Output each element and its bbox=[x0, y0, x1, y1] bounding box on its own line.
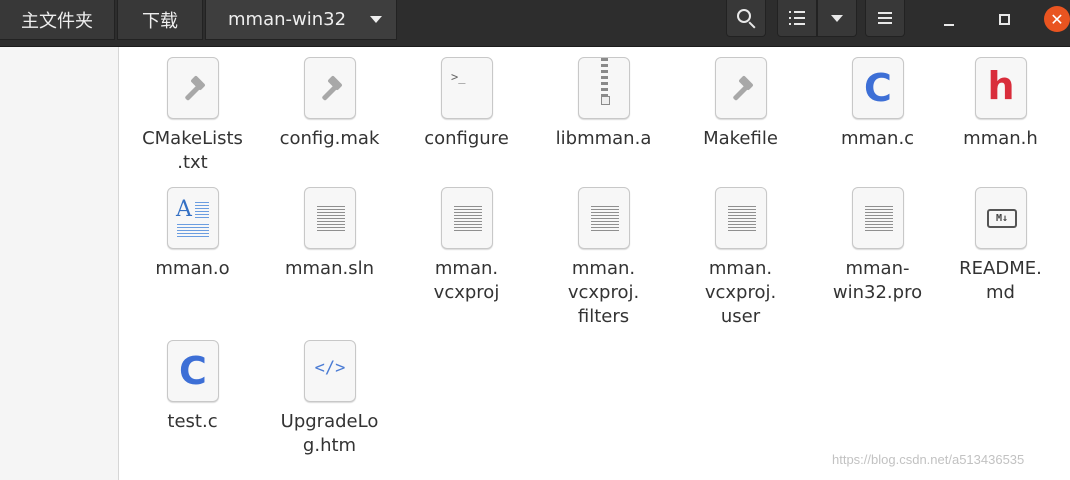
app-menu-button[interactable] bbox=[865, 0, 905, 37]
breadcrumb-current-folder[interactable]: mman-win32 bbox=[205, 0, 397, 40]
chevron-down-icon bbox=[831, 14, 843, 22]
file-item-readme-md[interactable]: M↓ README. md bbox=[932, 177, 1069, 312]
maximize-button[interactable] bbox=[991, 6, 1017, 32]
file-item-mman-vcxproj-filters[interactable]: mman. vcxproj. filters bbox=[535, 177, 672, 327]
file-name: README. md bbox=[959, 258, 1042, 303]
file-name: mman- win32.pro bbox=[832, 258, 923, 303]
file-item-mman-sln[interactable]: mman.sln bbox=[261, 177, 398, 312]
file-item-cmakelists[interactable]: CMakeLists .txt bbox=[124, 47, 261, 182]
file-item-mman-win32-pro[interactable]: mman- win32.pro bbox=[809, 177, 946, 312]
file-name: UpgradeLo g.htm bbox=[280, 411, 379, 456]
file-item-mman-c[interactable]: C mman.c bbox=[809, 47, 946, 182]
file-item-mman-h[interactable]: h mman.h bbox=[932, 47, 1069, 182]
breadcrumb-home[interactable]: 主文件夹 bbox=[0, 0, 115, 40]
breadcrumb-current-folder-label: mman-win32 bbox=[228, 9, 347, 30]
file-name: Makefile bbox=[703, 128, 778, 149]
file-name: mman.o bbox=[155, 258, 230, 279]
file-item-makefile[interactable]: Makefile bbox=[672, 47, 809, 182]
file-name: mman. vcxproj. user bbox=[704, 258, 777, 327]
breadcrumb-home-label: 主文件夹 bbox=[21, 10, 93, 32]
file-item-test-c[interactable]: C test.c bbox=[124, 330, 261, 465]
close-button[interactable]: ✕ bbox=[1044, 6, 1070, 32]
list-view-icon bbox=[789, 11, 805, 25]
breadcrumb-downloads-label: 下载 bbox=[142, 10, 178, 32]
watermark-text: https://blog.csdn.net/a513436535 bbox=[832, 452, 1025, 467]
header-bar: 主文件夹 下载 mman-win32 ✕ bbox=[0, 0, 1070, 47]
html-icon: </> bbox=[304, 340, 356, 402]
file-item-mman-vcxproj-user[interactable]: mman. vcxproj. user bbox=[672, 177, 809, 327]
c-header-icon: h bbox=[975, 57, 1027, 119]
text-document-icon: A bbox=[167, 187, 219, 249]
hammer-icon bbox=[167, 57, 219, 119]
minimize-button[interactable] bbox=[936, 6, 962, 32]
plain-text-icon bbox=[441, 187, 493, 249]
file-name: mman.h bbox=[963, 128, 1038, 149]
sidebar bbox=[0, 47, 119, 480]
plain-text-icon bbox=[304, 187, 356, 249]
plain-text-icon bbox=[715, 187, 767, 249]
view-options-button[interactable] bbox=[817, 0, 857, 37]
file-name: CMakeLists .txt bbox=[142, 128, 243, 173]
plain-text-icon bbox=[852, 187, 904, 249]
search-button[interactable] bbox=[726, 0, 766, 37]
close-icon: ✕ bbox=[1050, 9, 1064, 29]
file-name: libmman.a bbox=[555, 128, 652, 149]
terminal-icon: >_ bbox=[441, 57, 493, 119]
view-toggle-button[interactable] bbox=[777, 0, 817, 37]
hammer-icon bbox=[715, 57, 767, 119]
maximize-icon bbox=[998, 13, 1010, 25]
file-name: mman. vcxproj. filters bbox=[567, 258, 640, 327]
file-grid: CMakeLists .txt config.mak >_ configure … bbox=[124, 47, 1070, 480]
file-item-configure[interactable]: >_ configure bbox=[398, 47, 535, 182]
markdown-icon: M↓ bbox=[975, 187, 1027, 249]
file-name: mman. vcxproj bbox=[433, 258, 500, 303]
hammer-icon bbox=[304, 57, 356, 119]
file-item-config-mak[interactable]: config.mak bbox=[261, 47, 398, 182]
search-icon bbox=[737, 9, 751, 23]
c-source-icon: C bbox=[167, 340, 219, 402]
hamburger-menu-icon bbox=[878, 12, 892, 24]
minimize-icon bbox=[944, 24, 954, 26]
file-name: test.c bbox=[167, 411, 218, 432]
file-name: config.mak bbox=[279, 128, 380, 149]
file-name: mman.c bbox=[840, 128, 915, 149]
file-item-mman-vcxproj[interactable]: mman. vcxproj bbox=[398, 177, 535, 312]
file-item-libmman-a[interactable]: libmman.a bbox=[535, 47, 672, 182]
archive-icon bbox=[578, 57, 630, 119]
breadcrumb-downloads[interactable]: 下载 bbox=[117, 0, 203, 40]
file-name: configure bbox=[424, 128, 509, 149]
plain-text-icon bbox=[578, 187, 630, 249]
file-item-upgradelog-htm[interactable]: </> UpgradeLo g.htm bbox=[261, 330, 398, 465]
c-source-icon: C bbox=[852, 57, 904, 119]
file-name: mman.sln bbox=[284, 258, 374, 279]
chevron-down-icon bbox=[370, 16, 382, 23]
file-item-mman-o[interactable]: A mman.o bbox=[124, 177, 261, 312]
